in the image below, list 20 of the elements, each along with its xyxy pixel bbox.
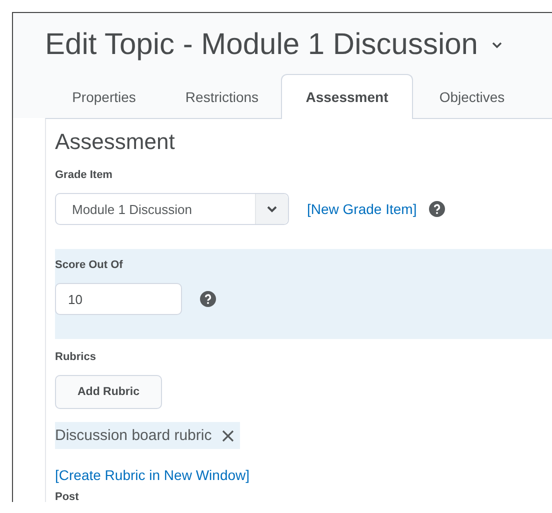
create-rubric-link[interactable]: [Create Rubric in New Window] xyxy=(55,467,552,483)
field-label: Grade Item xyxy=(55,169,114,181)
field-label: Rubrics xyxy=(55,351,97,363)
tab[interactable]: Restrictions xyxy=(163,74,281,119)
help-icon[interactable] xyxy=(428,201,445,217)
field-label: Score Out Of xyxy=(55,259,124,271)
chevron-down-icon[interactable] xyxy=(492,42,502,48)
tab[interactable]: Objectives xyxy=(413,74,531,119)
help-icon[interactable] xyxy=(200,291,216,307)
close-icon[interactable] xyxy=(222,430,234,442)
page-title: Edit Topic - Module 1 Discussion xyxy=(45,28,478,62)
tab[interactable]: Properties xyxy=(45,74,163,119)
new-grade-item-link[interactable]: [New Grade Item] xyxy=(307,201,417,217)
grade-item-dropdown[interactable]: Module 1 Discussion xyxy=(55,193,289,225)
tab[interactable]: Assessment xyxy=(281,74,413,119)
score-input[interactable]: 10 xyxy=(55,283,182,315)
section-heading: Assessment xyxy=(55,129,176,155)
field-label: Post xyxy=(55,491,79,502)
rubric-name: Discussion board rubric xyxy=(55,427,212,444)
add-rubric-button[interactable]: Add Rubric xyxy=(55,375,162,409)
